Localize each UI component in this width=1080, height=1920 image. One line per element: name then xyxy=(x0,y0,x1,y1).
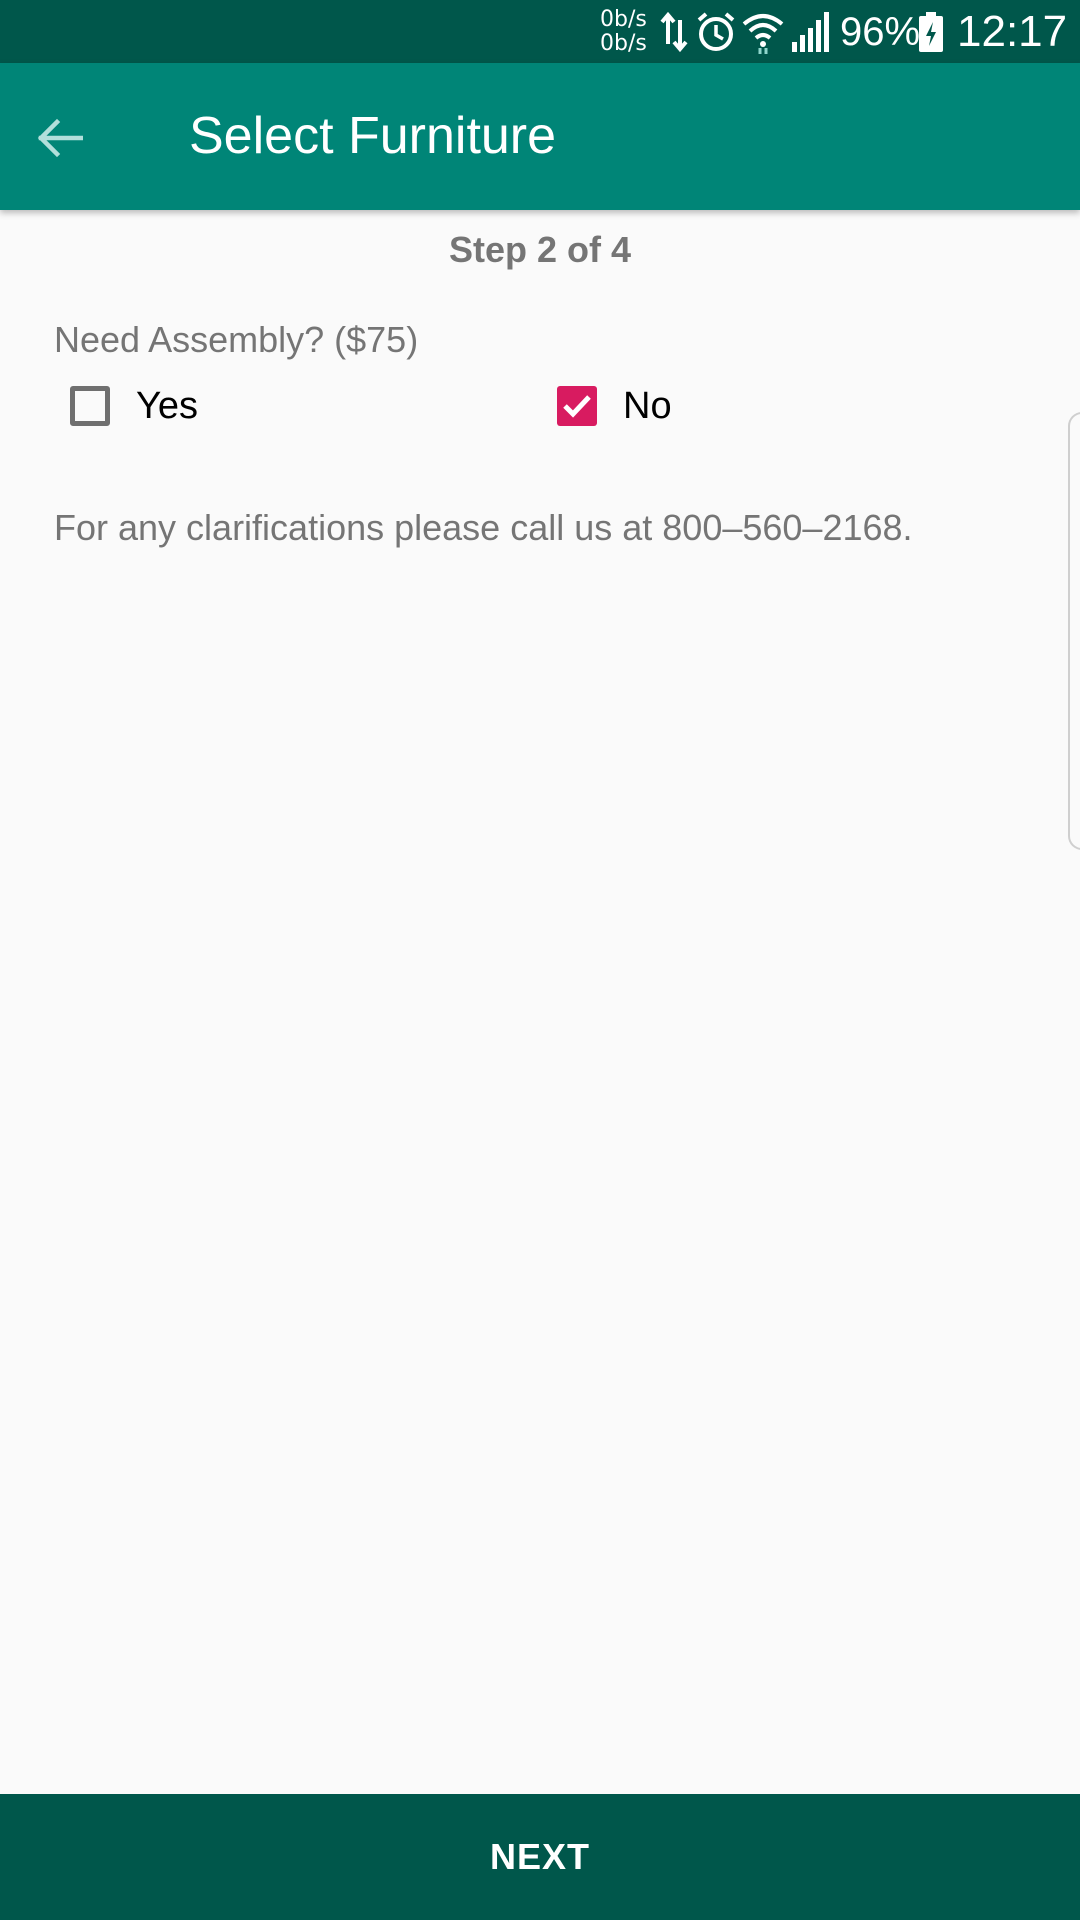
status-bar: 0b/s 0b/s 96% 12:17 xyxy=(0,0,1080,63)
clock: 12:17 xyxy=(957,7,1068,56)
back-button[interactable] xyxy=(22,100,98,176)
checkmark-icon xyxy=(563,395,591,418)
battery-percent: 96% xyxy=(840,10,921,54)
wifi-icon xyxy=(742,14,784,54)
app-bar: Select Furniture xyxy=(0,63,1080,210)
checkbox-unchecked-icon xyxy=(70,386,110,426)
screen: 0b/s 0b/s 96% 12:17 Select Furniture Ste… xyxy=(0,0,1080,1920)
checkbox-label-no: No xyxy=(623,385,672,427)
alarm-icon xyxy=(697,12,735,51)
arrow-back-icon xyxy=(37,118,83,158)
signal-icon xyxy=(792,12,829,52)
page-title: Select Furniture xyxy=(189,107,557,165)
contact-note: For any clarifications please call us at… xyxy=(54,507,913,548)
battery-charging-icon xyxy=(919,12,943,52)
assembly-yes-checkbox[interactable]: Yes xyxy=(70,378,198,434)
step-indicator: Step 2 of 4 xyxy=(448,229,632,270)
net-speed-up: 0b/s xyxy=(600,7,647,32)
edge-panel-handle[interactable] xyxy=(1068,412,1080,850)
next-button[interactable]: NEXT xyxy=(0,1794,1080,1920)
assembly-no-checkbox[interactable]: No xyxy=(557,378,672,434)
data-transfer-icon xyxy=(660,11,688,53)
network-speed: 0b/s 0b/s xyxy=(600,8,647,56)
net-speed-down: 0b/s xyxy=(600,31,647,56)
next-button-label: NEXT xyxy=(489,1836,590,1877)
checkbox-checked-icon xyxy=(557,386,597,426)
checkbox-label-yes: Yes xyxy=(136,385,198,427)
assembly-question: Need Assembly? ($75) xyxy=(54,319,419,360)
